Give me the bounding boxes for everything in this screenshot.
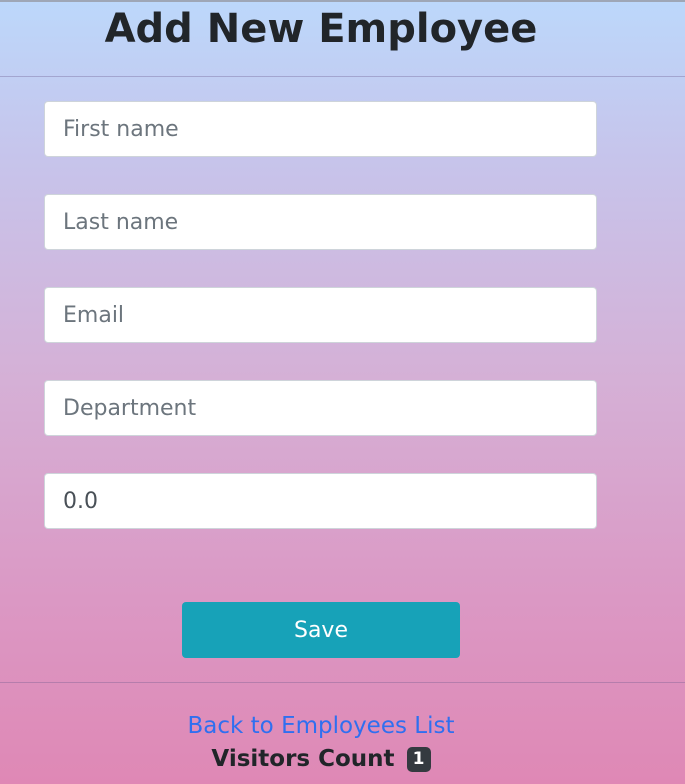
save-button[interactable]: Save: [182, 602, 460, 658]
email-input[interactable]: [44, 287, 597, 343]
department-input[interactable]: [44, 380, 597, 436]
back-to-employees-link[interactable]: Back to Employees List: [0, 710, 642, 742]
top-border: [0, 0, 685, 2]
visitors-count: Visitors Count 1: [0, 744, 642, 774]
page-title: Add New Employee: [104, 6, 538, 52]
visitors-count-badge: 1: [406, 747, 431, 772]
salary-input[interactable]: [44, 473, 597, 529]
visitors-count-label: Visitors Count: [211, 746, 395, 772]
first-name-input[interactable]: [44, 101, 597, 157]
header-divider: [0, 76, 685, 77]
last-name-input[interactable]: [44, 194, 597, 250]
footer-divider: [0, 682, 685, 683]
